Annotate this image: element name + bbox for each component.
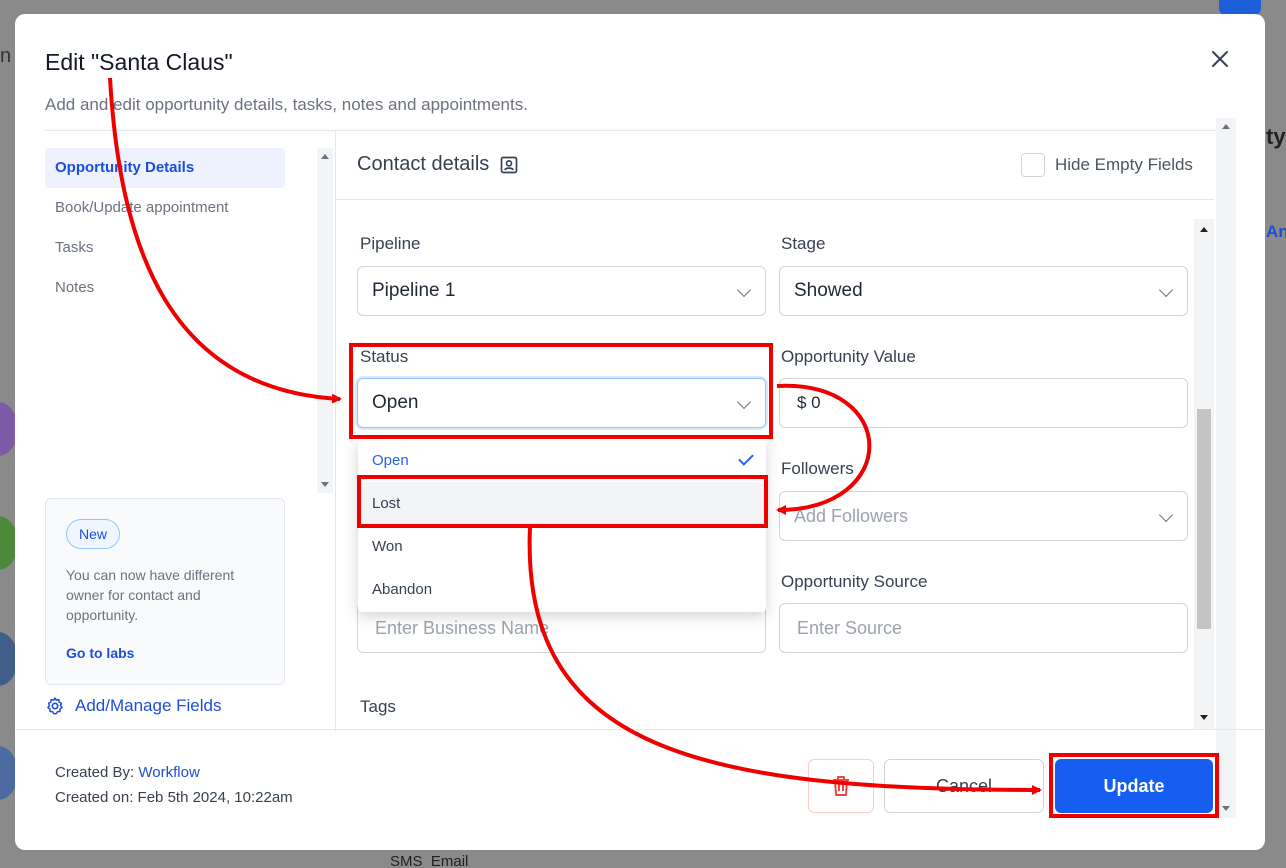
labs-info-card: New You can now have different owner for…	[45, 498, 285, 685]
divider	[335, 131, 336, 731]
status-label: Status	[360, 347, 409, 366]
divider	[336, 199, 1214, 200]
status-option-abandon[interactable]: Abandon	[358, 568, 766, 611]
gear-icon	[47, 697, 63, 715]
tags-label: Tags	[360, 697, 396, 716]
scroll-up-icon	[1200, 227, 1208, 232]
info-card-text: You can now have different owner for con…	[66, 567, 235, 623]
option-label: Lost	[372, 495, 401, 512]
opportunity-source-label: Opportunity Source	[781, 572, 928, 591]
followers-label: Followers	[781, 459, 854, 478]
modal-subtitle: Add and edit opportunity details, tasks,…	[45, 95, 528, 114]
pipeline-value: Pipeline 1	[372, 280, 456, 301]
followers-select[interactable]: Add Followers	[779, 491, 1188, 541]
check-icon	[738, 450, 754, 466]
scroll-up-icon	[1222, 124, 1230, 129]
hide-empty-label: Hide Empty Fields	[1055, 155, 1193, 174]
chevron-down-icon	[1158, 282, 1174, 298]
opportunity-value: $ 0	[797, 393, 821, 412]
business-name-placeholder: Enter Business Name	[375, 617, 550, 638]
scrollbar-thumb[interactable]	[1197, 409, 1211, 629]
status-dropdown-menu: Open Lost Won Abandon	[358, 439, 766, 612]
modal-scrollbar[interactable]	[1216, 118, 1236, 818]
option-label: Abandon	[372, 581, 433, 598]
sidebar-item-opportunity-details[interactable]: Opportunity Details	[45, 148, 285, 188]
sidebar-item-tasks[interactable]: Tasks	[45, 228, 285, 268]
status-option-lost[interactable]: Lost	[358, 482, 766, 525]
created-by-label: Created By:	[55, 764, 135, 781]
scroll-down-icon	[1200, 715, 1208, 720]
edit-opportunity-modal: Edit "Santa Claus" Add and edit opportun…	[15, 14, 1265, 850]
created-by: Created By: Workflow	[55, 764, 200, 781]
status-value: Open	[372, 392, 419, 413]
option-label: Open	[372, 452, 409, 469]
trash-icon	[833, 776, 849, 796]
scroll-down-icon	[1222, 806, 1230, 811]
contact-card-icon	[500, 156, 518, 173]
sidebar-scrollbar[interactable]	[317, 148, 333, 493]
opportunity-source-input[interactable]: Enter Source	[779, 603, 1188, 653]
new-badge: New	[66, 519, 121, 549]
created-on: Created on: Feb 5th 2024, 10:22am	[55, 789, 293, 806]
chevron-down-icon	[1158, 507, 1174, 523]
bg-fragment-left-1: n	[0, 45, 12, 67]
status-option-open[interactable]: Open	[358, 439, 766, 482]
stage-value: Showed	[794, 280, 863, 301]
delete-button[interactable]	[808, 759, 874, 813]
scroll-down-icon	[321, 482, 329, 487]
created-by-link[interactable]: Workflow	[138, 764, 199, 781]
add-manage-fields-button[interactable]: Add/Manage Fields	[45, 696, 221, 716]
scroll-up-icon	[321, 154, 329, 159]
pipeline-label: Pipeline	[360, 234, 421, 253]
bg-sms-tab: SMS Email	[390, 853, 469, 868]
stage-label: Stage	[781, 234, 826, 253]
bg-fragment-right-1: ty	[1266, 124, 1286, 149]
go-to-labs-link[interactable]: Go to labs	[66, 645, 134, 661]
close-icon[interactable]	[1208, 47, 1232, 71]
cancel-button[interactable]: Cancel	[884, 759, 1044, 813]
divider	[15, 729, 1265, 730]
followers-placeholder: Add Followers	[794, 505, 909, 526]
contact-details-title: Contact details	[357, 153, 519, 176]
chevron-down-icon	[736, 282, 752, 298]
modal-title: Edit "Santa Claus"	[45, 49, 233, 75]
stage-select[interactable]: Showed	[779, 266, 1188, 316]
source-placeholder: Enter Source	[797, 617, 903, 638]
update-button[interactable]: Update	[1055, 759, 1213, 813]
option-label: Won	[372, 538, 403, 555]
status-option-won[interactable]: Won	[358, 525, 766, 568]
hide-empty-fields-toggle[interactable]: Hide Empty Fields	[1021, 153, 1193, 177]
opportunity-value-input[interactable]: $ 0	[779, 378, 1188, 428]
status-select[interactable]: Open	[357, 378, 766, 428]
sidebar-item-book-appointment[interactable]: Book/Update appointment	[45, 188, 285, 228]
add-manage-fields-label: Add/Manage Fields	[75, 696, 222, 715]
bg-fragment-right-2: An	[1266, 222, 1286, 241]
chevron-down-icon	[736, 394, 752, 410]
pipeline-select[interactable]: Pipeline 1	[357, 266, 766, 316]
opportunity-value-label: Opportunity Value	[781, 347, 916, 366]
divider	[45, 130, 1235, 131]
hide-empty-checkbox[interactable]	[1021, 153, 1045, 177]
sidebar-item-notes[interactable]: Notes	[45, 268, 285, 308]
contact-details-label: Contact details	[357, 153, 490, 175]
